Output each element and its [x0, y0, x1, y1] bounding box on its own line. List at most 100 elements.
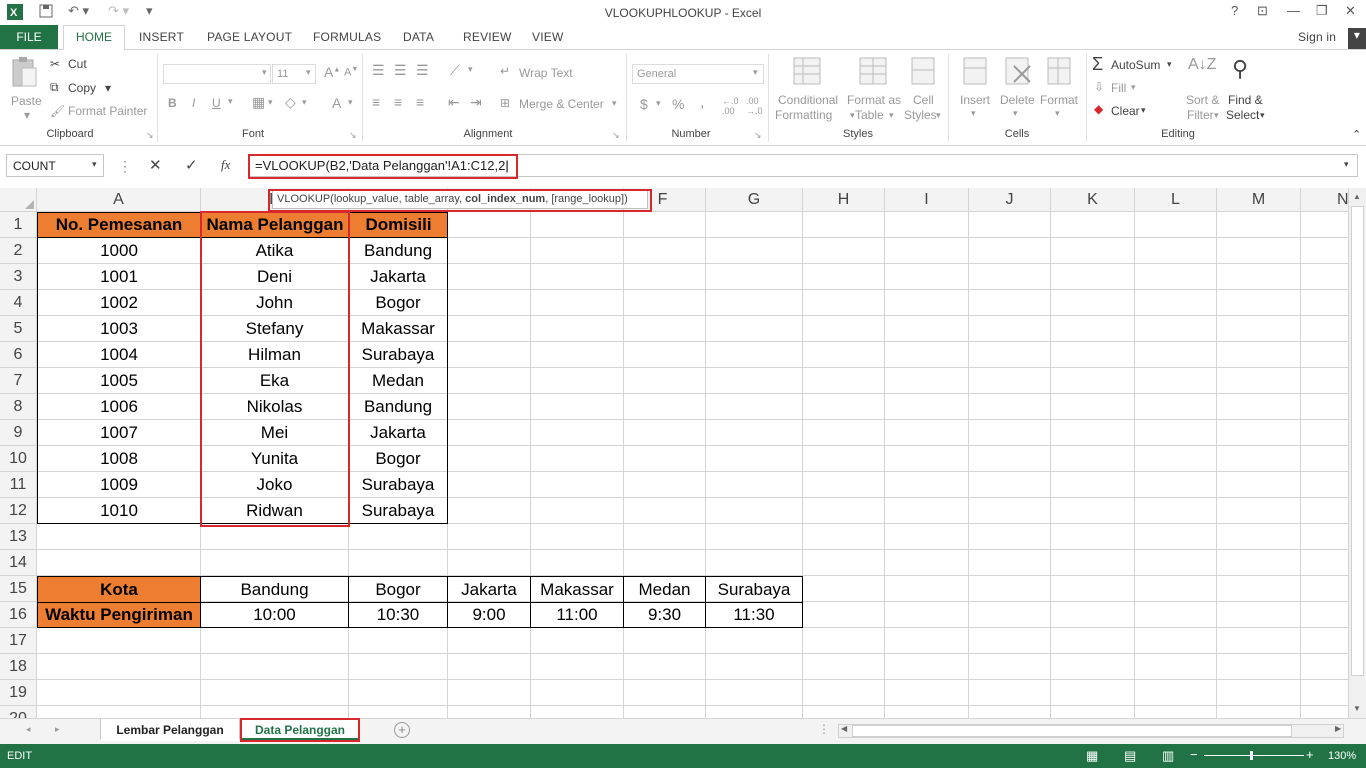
row-header[interactable]: 7 [0, 368, 37, 394]
city-cell[interactable]: Bogor [349, 576, 448, 602]
row-header[interactable]: 14 [0, 550, 37, 576]
currency-dropdown-icon[interactable]: ▾ [656, 98, 661, 109]
row-header[interactable]: 1 [0, 212, 37, 238]
format-as-table-button[interactable]: Format as [847, 93, 901, 107]
clear-dropdown-icon[interactable]: ▾ [1141, 105, 1146, 116]
table-cell[interactable]: 1003 [37, 316, 201, 342]
conditional-formatting-dropdown-icon[interactable]: ▾ [850, 110, 855, 121]
close-button[interactable]: ✕ [1345, 3, 1356, 19]
paste-icon[interactable] [10, 56, 38, 93]
column-header-m[interactable]: M [1217, 188, 1301, 212]
table-cell[interactable]: 1004 [37, 342, 201, 368]
row-header[interactable]: 11 [0, 472, 37, 498]
row-header[interactable]: 3 [0, 264, 37, 290]
row-header[interactable]: 8 [0, 394, 37, 420]
table-cell[interactable]: 1002 [37, 290, 201, 316]
scroll-left-icon[interactable]: ◀ [841, 724, 847, 733]
row-header[interactable]: 13 [0, 524, 37, 550]
city-cell[interactable]: Medan [624, 576, 706, 602]
ribbon-display-options-icon[interactable]: ⊡ [1257, 3, 1268, 19]
city-cell[interactable]: Jakarta [448, 576, 531, 602]
paste-dropdown-icon[interactable]: ▾ [24, 108, 30, 122]
align-left-icon[interactable]: ≡ [372, 94, 380, 110]
normal-view-icon[interactable]: ▦ [1086, 748, 1098, 764]
row-header[interactable]: 12 [0, 498, 37, 524]
zoom-slider-thumb[interactable] [1250, 751, 1253, 760]
row-header[interactable]: 6 [0, 342, 37, 368]
help-button[interactable]: ? [1231, 3, 1238, 18]
orientation-dropdown-icon[interactable]: ▾ [468, 64, 473, 75]
sign-in-link[interactable]: Sign in [1298, 30, 1336, 44]
vertical-scroll-thumb[interactable] [1351, 206, 1364, 676]
delivery-time-cell[interactable]: 11:00 [531, 602, 624, 628]
number-format-box[interactable]: General [632, 64, 764, 84]
city-cell[interactable]: Makassar [531, 576, 624, 602]
page-break-preview-icon[interactable]: ▥ [1162, 748, 1174, 764]
scroll-down-icon[interactable]: ▼ [1353, 704, 1361, 713]
tab-formulas[interactable]: FORMULAS [313, 30, 381, 44]
decrease-decimal-icon[interactable]: .00 →.0 [746, 96, 763, 116]
tab-page-layout[interactable]: PAGE LAYOUT [207, 30, 292, 44]
format-painter-button[interactable]: Format Painter [68, 104, 147, 118]
table-cell[interactable]: 1006 [37, 394, 201, 420]
enter-entry-icon[interactable]: ✓ [185, 156, 198, 174]
insert-function-button[interactable]: fx [221, 157, 230, 173]
autosum-dropdown-icon[interactable]: ▾ [1167, 59, 1172, 70]
tab-review[interactable]: REVIEW [463, 30, 512, 44]
row-header[interactable]: 2 [0, 238, 37, 264]
table-cell[interactable]: Medan [349, 368, 448, 394]
delivery-time-cell[interactable]: 11:30 [706, 602, 803, 628]
font-color-dropdown-icon[interactable]: ▾ [348, 97, 353, 108]
vertical-scrollbar[interactable]: ▲ ▼ [1348, 188, 1366, 718]
copy-dropdown-icon[interactable]: ▾ [105, 81, 111, 95]
borders-icon[interactable]: ▦ [252, 94, 265, 111]
horizontal-scroll-thumb[interactable] [852, 725, 1292, 737]
delivery-time-cell[interactable]: 10:00 [201, 602, 349, 628]
table-cell[interactable]: 1000 [37, 238, 201, 264]
collapse-ribbon-icon[interactable]: ⌃ [1352, 128, 1361, 141]
zoom-in-icon[interactable]: + [1306, 747, 1314, 762]
row-header[interactable]: 16 [0, 602, 37, 628]
delivery-time-cell[interactable]: 9:30 [624, 602, 706, 628]
borders-dropdown-icon[interactable]: ▾ [268, 97, 273, 108]
decrease-indent-icon[interactable]: ⇤ [448, 94, 460, 111]
name-box-dropdown-icon[interactable]: ▾ [92, 159, 97, 170]
clear-button[interactable]: Clear [1111, 104, 1140, 118]
font-size-dropdown-icon[interactable]: ▾ [306, 67, 311, 78]
row-header[interactable]: 18 [0, 654, 37, 680]
table-header-cell[interactable]: No. Pemesanan [37, 212, 201, 238]
increase-indent-icon[interactable]: ⇥ [470, 94, 482, 111]
format-cells-button[interactable]: Format [1040, 93, 1078, 107]
row-header[interactable]: 20 [0, 706, 37, 718]
table-cell[interactable]: Bogor [349, 290, 448, 316]
paste-button[interactable]: Paste [11, 94, 42, 108]
column-header-g[interactable]: G [706, 188, 803, 212]
tab-home[interactable]: HOME [63, 25, 125, 50]
bold-button[interactable]: B [168, 96, 177, 110]
merge-center-button[interactable]: Merge & Center [519, 97, 604, 111]
font-color-button[interactable]: A [332, 95, 341, 111]
table-cell[interactable]: Bogor [349, 446, 448, 472]
tab-file[interactable]: FILE [0, 25, 58, 49]
align-bottom-icon[interactable]: ☰ [416, 62, 429, 79]
expand-formula-bar-icon[interactable]: ▾ [1344, 159, 1349, 170]
cancel-entry-icon[interactable]: ✕ [149, 156, 162, 174]
cell-styles-button[interactable]: Cell [913, 93, 934, 107]
align-top-icon[interactable]: ☰ [372, 62, 385, 79]
table-cell[interactable]: 1010 [37, 498, 201, 524]
delivery-time-cell[interactable]: 10:30 [349, 602, 448, 628]
zoom-level[interactable]: 130% [1328, 750, 1356, 762]
fill-button[interactable]: Fill [1111, 81, 1126, 95]
column-header-a[interactable]: A [37, 188, 201, 212]
account-icon[interactable]: ▾ [1348, 28, 1366, 50]
number-launcher-icon[interactable]: ↘ [754, 130, 762, 141]
sort-filter-dropdown-icon[interactable]: ▾ [1214, 110, 1219, 121]
table-cell[interactable]: Makassar [349, 316, 448, 342]
table-cell[interactable]: 1005 [37, 368, 201, 394]
fill-color-dropdown-icon[interactable]: ▾ [302, 97, 307, 108]
find-select-button[interactable]: Find & [1228, 93, 1263, 107]
font-name-dropdown-icon[interactable]: ▾ [262, 67, 267, 78]
table-cell[interactable]: 1009 [37, 472, 201, 498]
kota-label-cell[interactable]: Kota [37, 576, 201, 602]
insert-cells-dropdown-icon[interactable]: ▾ [971, 108, 976, 119]
